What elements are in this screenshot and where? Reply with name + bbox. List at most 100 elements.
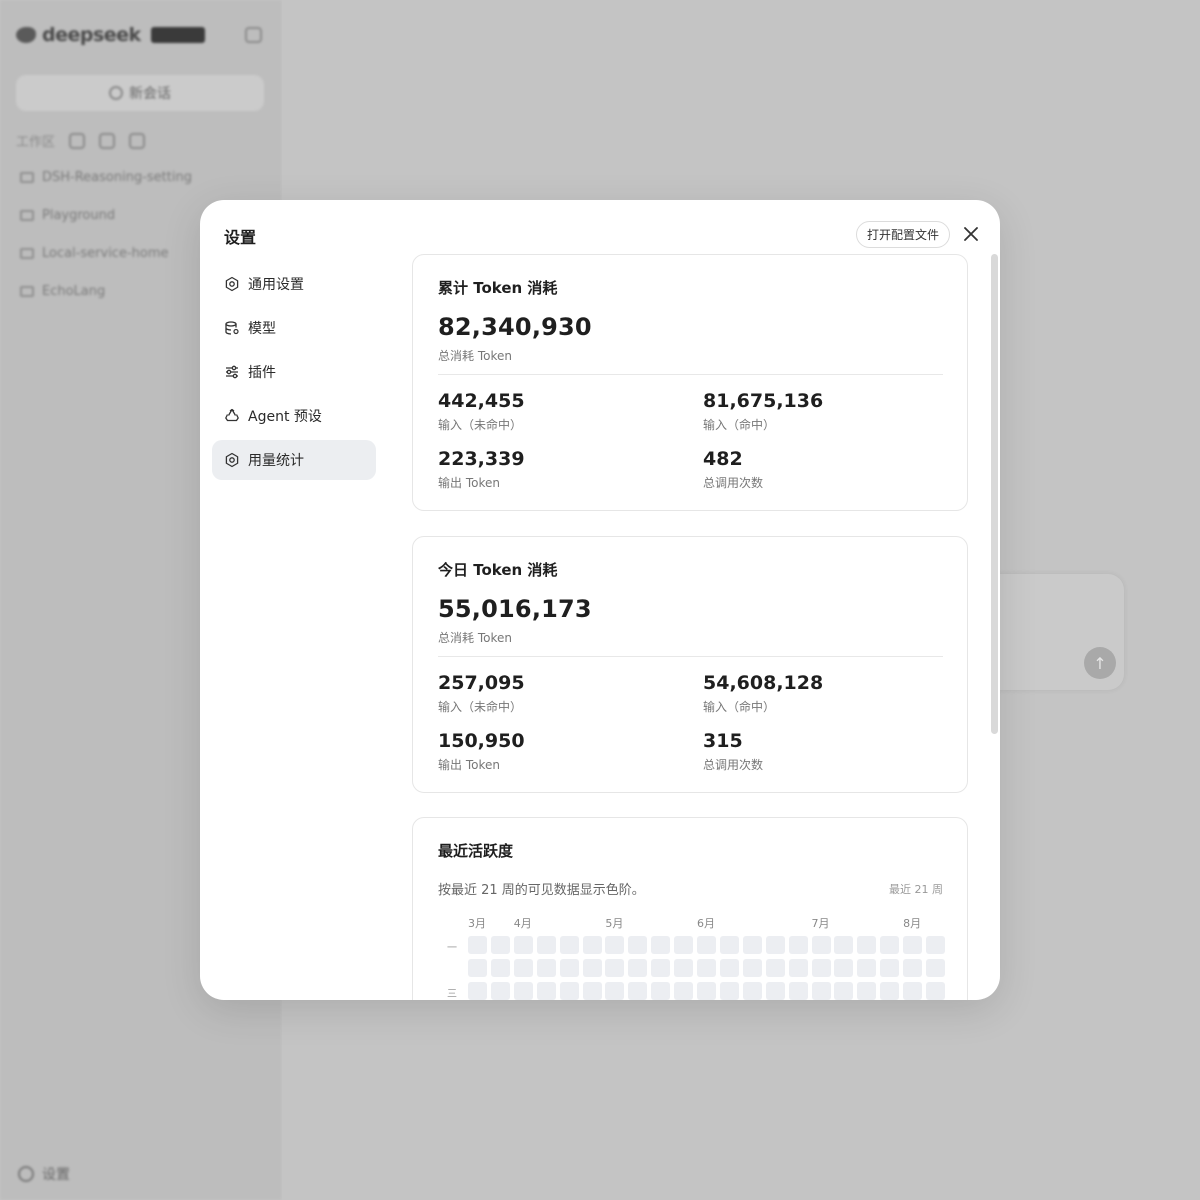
heatmap-cell [559, 982, 579, 1000]
scrollbar[interactable] [991, 254, 998, 734]
heatmap-cell [490, 959, 510, 977]
heatmap-cell [788, 936, 808, 954]
heatmap-cell [674, 959, 694, 977]
database-icon [225, 321, 239, 335]
divider [438, 374, 943, 375]
sliders-icon [226, 365, 238, 379]
input-miss-stat: 257,095 输入（未命中） [438, 672, 525, 715]
card-title: 最近活跃度 [438, 842, 514, 860]
heatmap-cell [490, 982, 510, 1000]
month-label: 6月 [697, 917, 715, 930]
version-badge [150, 27, 205, 43]
heatmap-cell [513, 959, 533, 977]
heatmap-cell [903, 936, 923, 954]
folder-label: Playground [42, 208, 116, 223]
folder-item: DSH-Reasoning-setting [20, 170, 192, 185]
stat-label: 输入（命中） [703, 700, 776, 714]
heatmap-cell [857, 959, 877, 977]
folder-icon [20, 248, 34, 259]
heatmap-cell [468, 959, 487, 977]
recycle-icon [225, 408, 239, 422]
heatmap-cell [719, 982, 739, 1000]
nav-item-usage-stats[interactable]: 用量统计 [212, 440, 376, 480]
heatmap-cell [559, 936, 579, 954]
folder-item: Local-service-home [20, 246, 169, 261]
activity-description: 按最近 21 周的可见数据显示色阶。 [438, 883, 645, 898]
workspace-header: 工作区 [16, 131, 264, 150]
card-title: 今日 Token 消耗 [438, 561, 558, 579]
heatmap-cell [628, 936, 648, 954]
heatmap-cell [651, 936, 671, 954]
divider [438, 656, 943, 657]
calls-stat: 315 总调用次数 [703, 730, 763, 773]
brand-name: deepseek [42, 24, 141, 46]
heatmap-cell [697, 982, 716, 1000]
heatmap-cell [903, 959, 923, 977]
heatmap-cell [719, 936, 739, 954]
heatmap-cell [765, 982, 785, 1000]
folder-label: EchoLang [42, 284, 106, 299]
total-tokens: 82,340,930 [438, 313, 592, 341]
heatmap-cell [697, 959, 716, 977]
settings-nav: 通用设置 模型 插件 Agent 预设 用量统计 [212, 264, 376, 484]
heatmap-cell [834, 959, 854, 977]
nav-item-general[interactable]: 通用设置 [212, 264, 376, 304]
close-icon[interactable] [961, 224, 981, 244]
day-label: 一 [447, 943, 457, 954]
stat-label: 总调用次数 [703, 476, 764, 490]
stat-label: 总调用次数 [703, 758, 764, 772]
day-label: 三 [447, 989, 457, 1000]
heatmap-cell [926, 959, 945, 977]
sidebar-toggle-icon [245, 27, 262, 43]
heatmap-cell [559, 959, 579, 977]
heatmap-cell [811, 959, 831, 977]
heatmap-cell [468, 936, 487, 954]
plus-icon [109, 86, 123, 100]
gear-icon [18, 1166, 34, 1182]
heatmap-cell [903, 982, 923, 1000]
heatmap-cell [674, 982, 694, 1000]
heatmap-cell [582, 936, 602, 954]
month-label: 8月 [903, 917, 922, 930]
today-token-card: 今日 Token 消耗 55,016,173 总消耗 Token 257,095… [412, 536, 968, 793]
nav-item-label: 用量统计 [248, 453, 304, 469]
stat-label: 输出 Token [438, 758, 500, 772]
heatmap-cell [582, 959, 602, 977]
heatmap-cell [605, 959, 625, 977]
nav-item-agent-presets[interactable]: Agent 预设 [212, 396, 376, 436]
stat-label: 输入（未命中） [438, 418, 523, 432]
new-chat-label: 新会话 [129, 86, 171, 102]
folder-icon [20, 210, 34, 221]
heatmap-cell [719, 959, 739, 977]
settings-label: 设置 [42, 1167, 70, 1183]
output-stat: 150,950 输出 Token [438, 730, 525, 773]
month-label: 5月 [605, 917, 624, 930]
usage-content[interactable]: 累计 Token 消耗 82,340,930 总消耗 Token 442,455… [412, 254, 968, 1000]
folder-label: Local-service-home [42, 246, 169, 261]
nav-item-label: 通用设置 [248, 277, 304, 293]
heatmap-cell [742, 959, 762, 977]
heatmap-cell [765, 936, 785, 954]
month-labels: 3月 4月 5月 6月 7月 8月 [438, 915, 958, 930]
nav-item-models[interactable]: 模型 [212, 308, 376, 348]
open-config-button[interactable]: 打开配置文件 [856, 221, 951, 248]
heatmap-cell [628, 982, 648, 1000]
heatmap-cell [582, 982, 602, 1000]
heatmap-cell [651, 982, 671, 1000]
folder-item: Playground [20, 208, 115, 223]
month-label: 4月 [513, 917, 532, 930]
heatmap-cell [880, 982, 900, 1000]
heatmap-cell [605, 982, 625, 1000]
settings-modal: 设置 打开配置文件 通用设置 模型 插件 Agent 预设 用量统计 累计 To… [200, 200, 1000, 1000]
heatmap-cell [788, 982, 808, 1000]
heatmap-cell [628, 959, 648, 977]
total-tokens-label: 总消耗 Token [438, 631, 512, 645]
stat-value: 482 [703, 448, 743, 470]
nav-item-plugins[interactable]: 插件 [212, 352, 376, 392]
total-tokens: 55,016,173 [438, 595, 592, 623]
heatmap-cell [697, 936, 716, 954]
month-label: 7月 [811, 917, 830, 930]
brand-logo: deepseek [16, 24, 205, 46]
whale-icon [16, 27, 36, 43]
heatmap-cell [651, 959, 671, 977]
